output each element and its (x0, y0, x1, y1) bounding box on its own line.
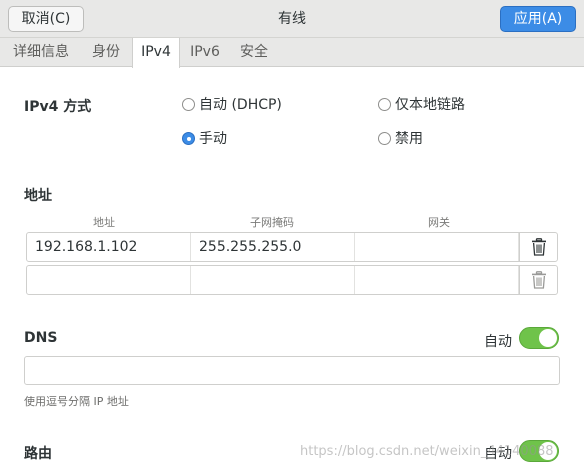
address-section-label: 地址 (24, 188, 52, 204)
dns-label: DNS (24, 330, 58, 346)
column-header-gateway: 网关 (428, 216, 450, 229)
window-title: 有线 (278, 11, 306, 27)
routes-label: 路由 (24, 446, 52, 462)
radio-link-local-label: 仅本地链路 (395, 97, 465, 113)
watermark: https://blog.csdn.net/weixin_44140088 (300, 444, 554, 459)
apply-button[interactable]: 应用(A) (500, 6, 576, 32)
switch-knob (539, 329, 557, 347)
address-row: 192.168.1.102 255.255.255.0 (26, 232, 558, 262)
dns-auto-switch[interactable] (519, 327, 559, 349)
dns-hint: 使用逗号分隔 IP 地址 (24, 395, 129, 408)
radio-indicator (182, 98, 195, 111)
radio-manual[interactable]: 手动 (182, 129, 227, 149)
column-header-address: 地址 (93, 216, 115, 229)
radio-indicator (378, 98, 391, 111)
dns-auto-label: 自动 (484, 334, 512, 350)
tab-security[interactable]: 安全 (234, 38, 274, 67)
address-row (26, 265, 558, 295)
radio-disabled[interactable]: 禁用 (378, 129, 423, 149)
tab-ipv6[interactable]: IPv6 (184, 38, 226, 67)
radio-dhcp[interactable]: 自动 (DHCP) (182, 95, 282, 115)
radio-manual-label: 手动 (199, 131, 227, 147)
tab-bar: 详细信息 身份 IPv4 IPv6 安全 (0, 38, 584, 68)
radio-dhcp-label: 自动 (DHCP) (199, 97, 282, 113)
tab-identity[interactable]: 身份 (86, 38, 126, 67)
header-bar: 取消(C) 有线 应用(A) (0, 0, 584, 38)
trash-icon (531, 238, 546, 256)
radio-indicator-checked (182, 132, 195, 145)
tab-ipv4[interactable]: IPv4 (132, 38, 180, 68)
radio-disabled-label: 禁用 (395, 131, 423, 147)
address-input[interactable]: 192.168.1.102 (27, 233, 191, 261)
delete-address-button[interactable] (519, 233, 557, 261)
address-input[interactable] (27, 266, 191, 294)
radio-indicator (378, 132, 391, 145)
trash-icon (531, 271, 546, 289)
delete-address-button[interactable] (519, 266, 557, 294)
netmask-input[interactable]: 255.255.255.0 (191, 233, 355, 261)
gateway-input[interactable] (355, 266, 519, 294)
tab-details[interactable]: 详细信息 (10, 38, 72, 67)
column-header-netmask: 子网掩码 (250, 216, 294, 229)
netmask-input[interactable] (191, 266, 355, 294)
cancel-button[interactable]: 取消(C) (8, 6, 84, 32)
gateway-input[interactable] (355, 233, 519, 261)
dns-servers-input[interactable] (24, 356, 560, 385)
ipv4-method-label: IPv4 方式 (24, 99, 92, 115)
radio-link-local[interactable]: 仅本地链路 (378, 95, 465, 115)
